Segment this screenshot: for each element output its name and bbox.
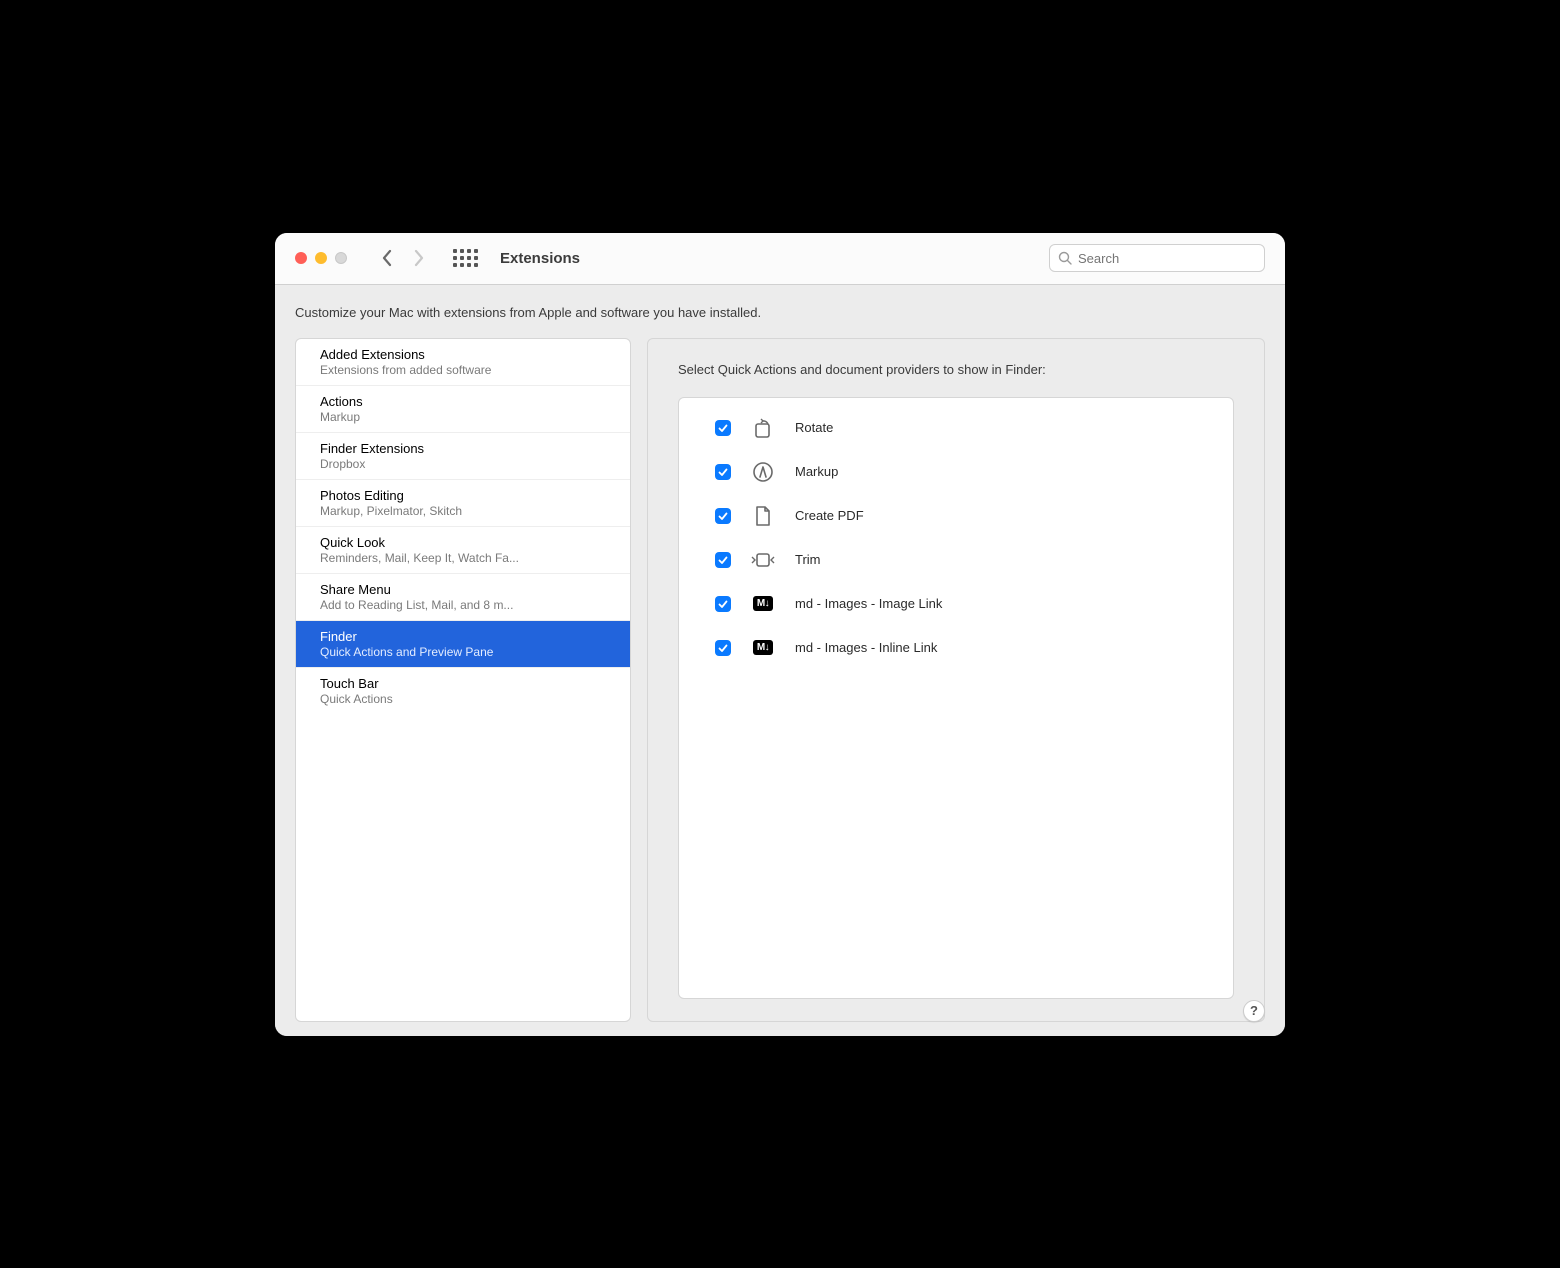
pane-description: Customize your Mac with extensions from … <box>295 305 1265 320</box>
traffic-lights <box>295 252 347 264</box>
checkbox-create-pdf[interactable] <box>715 508 731 524</box>
preferences-window: Extensions Customize your Mac with exten… <box>275 233 1285 1036</box>
sidebar-item-title: Added Extensions <box>320 347 606 362</box>
sidebar-item-title: Touch Bar <box>320 676 606 691</box>
sidebar-item-title: Photos Editing <box>320 488 606 503</box>
sidebar-item-touch-bar[interactable]: Touch Bar Quick Actions <box>296 668 630 714</box>
close-window-button[interactable] <box>295 252 307 264</box>
window-title: Extensions <box>500 250 580 267</box>
forward-button[interactable] <box>413 249 425 267</box>
sidebar-item-subtitle: Reminders, Mail, Keep It, Watch Fa... <box>320 551 606 565</box>
checkbox-md-inline-link[interactable] <box>715 640 731 656</box>
sidebar-item-finder[interactable]: Finder Quick Actions and Preview Pane <box>296 621 630 668</box>
sidebar-item-title: Share Menu <box>320 582 606 597</box>
action-row-rotate: Rotate <box>679 406 1233 450</box>
action-row-create-pdf: Create PDF <box>679 494 1233 538</box>
sidebar-item-title: Quick Look <box>320 535 606 550</box>
checkbox-rotate[interactable] <box>715 420 731 436</box>
zoom-window-button[interactable] <box>335 252 347 264</box>
sidebar-item-finder-extensions[interactable]: Finder Extensions Dropbox <box>296 433 630 480</box>
action-label: Trim <box>795 552 821 567</box>
sidebar-item-subtitle: Markup <box>320 410 606 424</box>
quick-actions-list: Rotate Markup <box>678 397 1234 999</box>
sidebar-item-actions[interactable]: Actions Markup <box>296 386 630 433</box>
detail-header: Select Quick Actions and document provid… <box>678 361 1234 379</box>
action-label: md - Images - Image Link <box>795 596 942 611</box>
markup-icon <box>749 460 777 484</box>
checkbox-trim[interactable] <box>715 552 731 568</box>
sidebar-item-subtitle: Markup, Pixelmator, Skitch <box>320 504 606 518</box>
action-row-md-image-link: M↓ md - Images - Image Link <box>679 582 1233 626</box>
action-label: Rotate <box>795 420 833 435</box>
sidebar-item-subtitle: Quick Actions <box>320 692 606 706</box>
sidebar-item-added-extensions[interactable]: Added Extensions Extensions from added s… <box>296 339 630 386</box>
nav-arrows <box>381 249 425 267</box>
action-row-markup: Markup <box>679 450 1233 494</box>
content-area: Customize your Mac with extensions from … <box>275 285 1285 1036</box>
help-button[interactable]: ? <box>1243 1000 1265 1022</box>
back-button[interactable] <box>381 249 393 267</box>
markdown-icon: M↓ <box>749 636 777 660</box>
sidebar-item-title: Finder Extensions <box>320 441 606 456</box>
category-sidebar: Added Extensions Extensions from added s… <box>295 338 631 1022</box>
checkbox-markup[interactable] <box>715 464 731 480</box>
search-input[interactable] <box>1078 251 1256 266</box>
sidebar-item-subtitle: Extensions from added software <box>320 363 606 377</box>
titlebar: Extensions <box>275 233 1285 285</box>
sidebar-item-subtitle: Quick Actions and Preview Pane <box>320 645 606 659</box>
document-icon <box>749 504 777 528</box>
sidebar-item-title: Finder <box>320 629 606 644</box>
sidebar-item-photos-editing[interactable]: Photos Editing Markup, Pixelmator, Skitc… <box>296 480 630 527</box>
markdown-icon: M↓ <box>749 592 777 616</box>
search-box[interactable] <box>1049 244 1265 272</box>
action-label: md - Images - Inline Link <box>795 640 937 655</box>
search-icon <box>1058 251 1072 265</box>
minimize-window-button[interactable] <box>315 252 327 264</box>
rotate-icon <box>749 416 777 440</box>
checkbox-md-image-link[interactable] <box>715 596 731 612</box>
action-row-md-inline-link: M↓ md - Images - Inline Link <box>679 626 1233 670</box>
sidebar-item-title: Actions <box>320 394 606 409</box>
trim-icon <box>749 548 777 572</box>
panels: Added Extensions Extensions from added s… <box>295 338 1265 1022</box>
show-all-icon[interactable] <box>453 249 478 267</box>
action-label: Markup <box>795 464 838 479</box>
sidebar-item-quick-look[interactable]: Quick Look Reminders, Mail, Keep It, Wat… <box>296 527 630 574</box>
detail-panel: Select Quick Actions and document provid… <box>647 338 1265 1022</box>
sidebar-item-share-menu[interactable]: Share Menu Add to Reading List, Mail, an… <box>296 574 630 621</box>
action-row-trim: Trim <box>679 538 1233 582</box>
sidebar-item-subtitle: Dropbox <box>320 457 606 471</box>
action-label: Create PDF <box>795 508 864 523</box>
sidebar-item-subtitle: Add to Reading List, Mail, and 8 m... <box>320 598 606 612</box>
